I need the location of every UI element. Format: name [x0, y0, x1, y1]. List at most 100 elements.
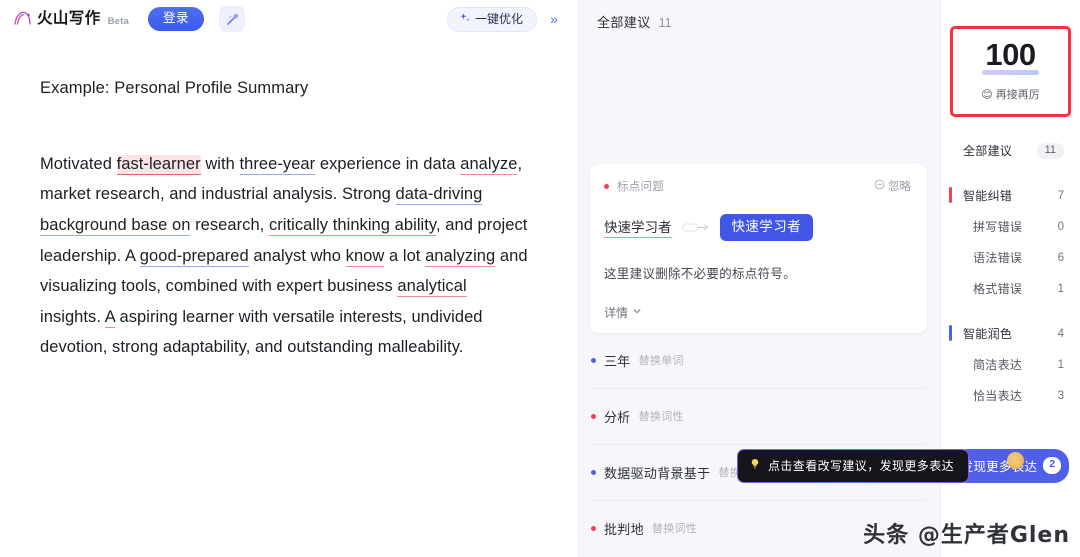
original-text: 快速学习者 [604, 216, 672, 239]
suggestion-card[interactable]: 标点问题 忽略 快速学习者 快速学习者 这里建议删除不必要的标点符号。 详情 [590, 164, 927, 333]
list-item-word: 数据驱动背景基于 [604, 465, 711, 481]
red-dot-icon [604, 183, 609, 189]
rewrite-tooltip: 点击查看改写建议，发现更多表达 [737, 449, 969, 483]
sparkle-icon [459, 12, 471, 26]
issue-analyzing[interactable]: analyzing [425, 246, 496, 267]
list-item-kind: 替换单词 [638, 355, 684, 367]
ignore-button[interactable]: 忽略 [874, 178, 911, 194]
category-label: 简洁表达 [973, 358, 1023, 372]
text-run: with [200, 154, 240, 173]
sidebar-item-format-errors[interactable]: 格式错误 1 [941, 273, 1080, 304]
detail-label: 详情 [604, 305, 629, 320]
sidebar-item-grammar-errors[interactable]: 语法错误 6 [941, 242, 1080, 273]
red-dot-icon [591, 413, 596, 419]
ignore-label: 忽略 [888, 181, 911, 193]
one-click-optimize-label: 一键优化 [474, 11, 523, 26]
text-run: Motivated [40, 154, 117, 173]
list-item[interactable]: 三年 替换单词 [590, 333, 927, 389]
category-label: 智能纠错 [963, 189, 1013, 203]
list-item-kind: 替换词性 [651, 523, 698, 535]
magic-wand-icon[interactable] [219, 6, 246, 32]
sidebar-item-spelling-errors[interactable]: 拼写错误 0 [941, 211, 1080, 242]
issue-critically-thinking[interactable]: critically thinking ability [268, 215, 436, 236]
suggestion-detail-toggle[interactable]: 详情 [604, 304, 911, 321]
list-item-word: 分析 [604, 409, 631, 425]
suggestions-header-count: 11 [658, 16, 672, 30]
sidebar-item-smart-correction[interactable]: 智能纠错 7 [941, 180, 1080, 211]
sidebar-item-concise-expression[interactable]: 简洁表达 1 [941, 349, 1080, 380]
sidebar-item-appropriate-expression[interactable]: 恰当表达 3 [941, 380, 1080, 411]
category-count: 3 [1057, 389, 1064, 402]
top-toolbar: 火山写作 Beta 登录 一键优化 » [0, 0, 577, 38]
document-paragraph: Motivated fast-learner with three-year e… [40, 149, 531, 363]
divider [941, 166, 1080, 175]
suggestions-header-title: 全部建议 [597, 15, 651, 30]
text-run: experience in data [315, 154, 461, 173]
apply-replacement-button[interactable]: 快速学习者 [719, 214, 813, 241]
editor-column: 火山写作 Beta 登录 一键优化 » Example: Personal Pr… [0, 0, 577, 557]
category-label: 格式错误 [973, 282, 1023, 296]
suggestion-description: 这里建议删除不必要的标点符号。 [604, 266, 797, 281]
volcano-logo-icon [12, 9, 33, 29]
category-count: 11 [1036, 142, 1064, 159]
chevron-down-icon [632, 305, 642, 319]
watermark: 头条 @生产者Glen [863, 523, 1070, 548]
suggestion-category-tag: 标点问题 [617, 181, 665, 193]
document-editor[interactable]: Example: Personal Profile Summary Motiva… [0, 38, 577, 557]
suggestion-card-header: 标点问题 忽略 [604, 178, 911, 194]
issue-know[interactable]: know [345, 246, 385, 267]
app-logo: 火山写作 Beta [12, 9, 129, 29]
cursor-highlight [1007, 452, 1024, 469]
arrow-right-icon [681, 221, 711, 234]
sidebar-item-smart-polish[interactable]: 智能润色 4 [941, 318, 1080, 349]
issue-analytical[interactable]: analytical [397, 277, 467, 298]
category-count: 1 [1057, 358, 1064, 371]
rewrite-tooltip-text: 点击查看改写建议，发现更多表达 [768, 459, 955, 473]
issue-good-prepared[interactable]: good-prepared [139, 246, 249, 267]
list-item[interactable]: 分析 替换词性 [590, 389, 927, 445]
list-item-word: 批判地 [604, 521, 644, 537]
divider [941, 304, 1080, 313]
category-count: 7 [1057, 189, 1064, 202]
category-label: 智能润色 [963, 327, 1013, 341]
discover-badge: 2 [1043, 457, 1062, 474]
category-color-bar [949, 325, 952, 341]
replacement-row: 快速学习者 快速学习者 [604, 214, 911, 241]
score-caption: 再接再厉 [995, 89, 1040, 101]
smiley-emoji-icon: 😊 [981, 88, 993, 101]
category-count: 1 [1057, 282, 1064, 295]
text-run: research, [190, 215, 269, 234]
blue-dot-icon [591, 357, 596, 363]
category-list: 全部建议 11 智能纠错 7 拼写错误 0 语法错误 6 格式错误 1 智能润色… [941, 135, 1080, 411]
red-dot-icon [591, 525, 596, 531]
minus-circle-icon [874, 179, 885, 193]
beta-tag: Beta [107, 15, 130, 27]
issue-three-year[interactable]: three-year [239, 154, 316, 175]
suggestions-column: 全部建议 11 标点问题 忽略 快速学习者 快速学习者 这里建议删除不必要的标点… [577, 0, 955, 557]
score-value: 100 [982, 37, 1039, 75]
category-label: 语法错误 [973, 251, 1023, 265]
issue-fast-learner[interactable]: fast-learner [116, 154, 201, 175]
document-title: Example: Personal Profile Summary [40, 79, 309, 97]
issue-article-a[interactable]: A [104, 307, 115, 328]
text-run: insights. [40, 307, 105, 326]
active-suggestion-area: 标点问题 忽略 快速学习者 快速学习者 这里建议删除不必要的标点符号。 详情 [577, 31, 940, 333]
category-count: 6 [1057, 251, 1064, 264]
score-caption-row: 😊 再接再厉 [953, 86, 1068, 102]
category-label: 全部建议 [963, 144, 1013, 158]
login-button[interactable]: 登录 [148, 7, 205, 31]
list-item-kind: 替换词性 [638, 411, 684, 423]
blue-dot-icon [591, 469, 596, 475]
app-title: 火山写作 [37, 10, 101, 28]
one-click-optimize-button[interactable]: 一键优化 [446, 6, 537, 32]
discover-label: 发现更多表达 [960, 460, 1038, 474]
issue-analyze[interactable]: analyze [460, 154, 518, 175]
list-item-word: 三年 [604, 353, 631, 369]
text-run: analyst who [248, 246, 346, 265]
category-count: 0 [1057, 220, 1064, 233]
app-root: 火山写作 Beta 登录 一键优化 » Example: Personal Pr… [0, 0, 1080, 557]
category-label: 拼写错误 [973, 220, 1023, 234]
collapse-panel-button[interactable]: » [541, 6, 567, 32]
suggestions-header: 全部建议 11 [577, 0, 940, 31]
sidebar-item-all-suggestions[interactable]: 全部建议 11 [941, 135, 1080, 166]
